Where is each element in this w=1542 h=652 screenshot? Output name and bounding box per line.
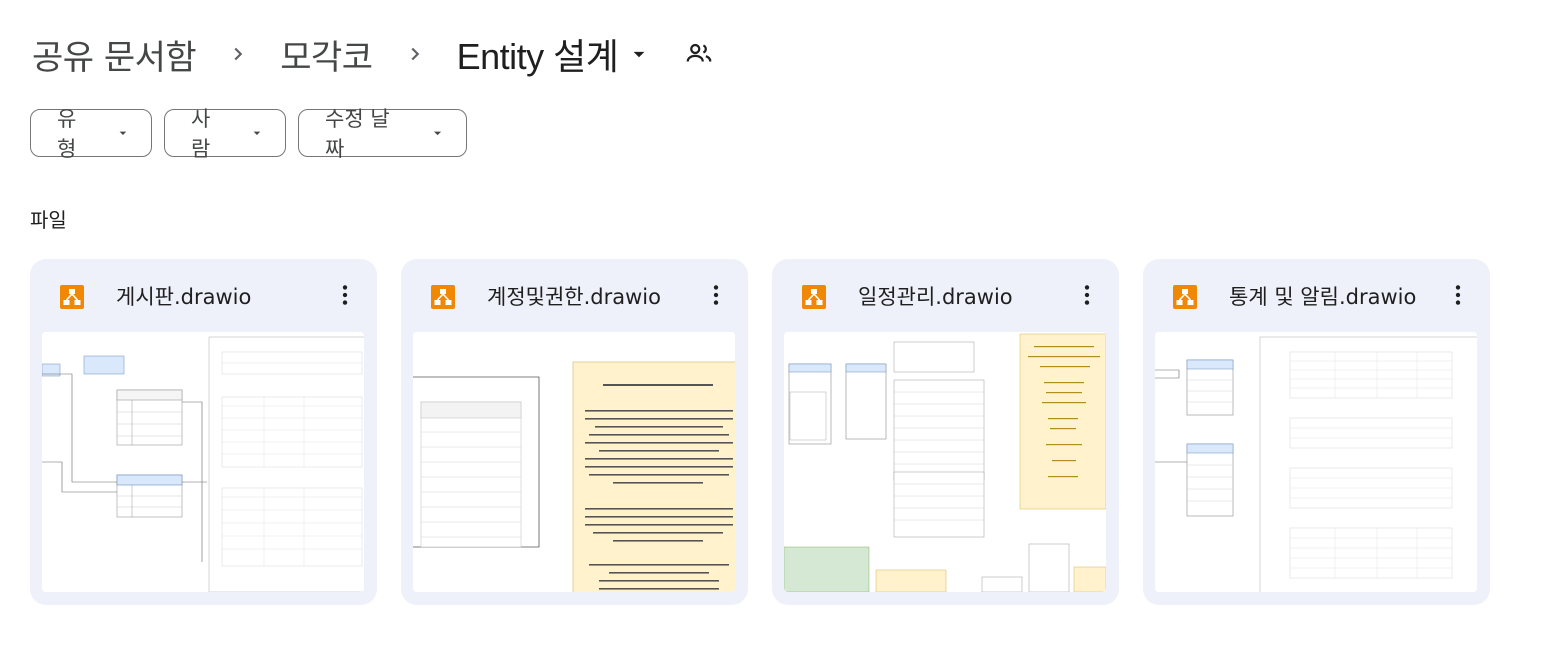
filter-modified-chip[interactable]: 수정 날짜 <box>298 107 467 161</box>
more-options-button[interactable] <box>700 279 732 311</box>
file-card[interactable]: 통계 및 알림.drawio <box>1143 259 1490 605</box>
filter-people-label: 사람 <box>191 107 211 161</box>
caret-down-icon <box>119 131 127 135</box>
drawio-icon <box>431 285 455 309</box>
drawio-icon <box>802 285 826 309</box>
breadcrumb-shared-drives[interactable]: 공유 문서함 <box>30 28 198 81</box>
breadcrumb-mogakco[interactable]: 모각코 <box>278 28 374 81</box>
filter-bar: 유형 사람 수정 날짜 <box>30 107 467 161</box>
shared-people-icon[interactable] <box>684 39 714 69</box>
chevron-right-icon <box>198 43 278 65</box>
file-thumbnail <box>413 332 735 592</box>
filter-modified-label: 수정 날짜 <box>325 107 390 161</box>
drawio-icon <box>1173 285 1197 309</box>
current-folder-title: Entity 설계 <box>456 36 619 77</box>
filter-type-label: 유형 <box>57 107 77 161</box>
filter-type-chip[interactable]: 유형 <box>30 107 152 161</box>
caret-down-icon <box>253 131 261 135</box>
file-grid: 게시판.drawio 계정및권한.drawio 일정관리.drawio 통계 및… <box>30 259 1490 605</box>
file-thumbnail <box>784 332 1106 592</box>
file-name: 게시판.drawio <box>116 285 252 309</box>
more-vert-icon <box>1455 285 1461 305</box>
chevron-right-icon <box>375 43 455 65</box>
files-section-label: 파일 <box>30 208 67 232</box>
breadcrumb: 공유 문서함 모각코 Entity 설계 <box>30 26 714 82</box>
file-name: 계정및권한.drawio <box>487 285 661 309</box>
caret-down-icon <box>633 51 645 58</box>
file-card[interactable]: 일정관리.drawio <box>772 259 1119 605</box>
caret-down-icon <box>433 131 442 136</box>
drawio-icon <box>60 285 84 309</box>
file-thumbnail <box>1155 332 1477 592</box>
filter-people-chip[interactable]: 사람 <box>164 107 286 161</box>
file-name: 일정관리.drawio <box>858 285 1013 309</box>
file-name: 통계 및 알림.drawio <box>1229 285 1417 309</box>
drive-folder-view: 공유 문서함 모각코 Entity 설계 유형 사람 수정 날짜 파일 게시판.… <box>0 0 1542 652</box>
more-vert-icon <box>342 285 348 305</box>
file-card[interactable]: 게시판.drawio <box>30 259 377 605</box>
more-options-button[interactable] <box>1442 279 1474 311</box>
more-vert-icon <box>1084 285 1090 305</box>
more-vert-icon <box>713 285 719 305</box>
more-options-button[interactable] <box>329 279 361 311</box>
file-card[interactable]: 계정및권한.drawio <box>401 259 748 605</box>
more-options-button[interactable] <box>1071 279 1103 311</box>
current-folder-menu[interactable]: Entity 설계 <box>455 26 653 82</box>
file-thumbnail <box>42 332 364 592</box>
